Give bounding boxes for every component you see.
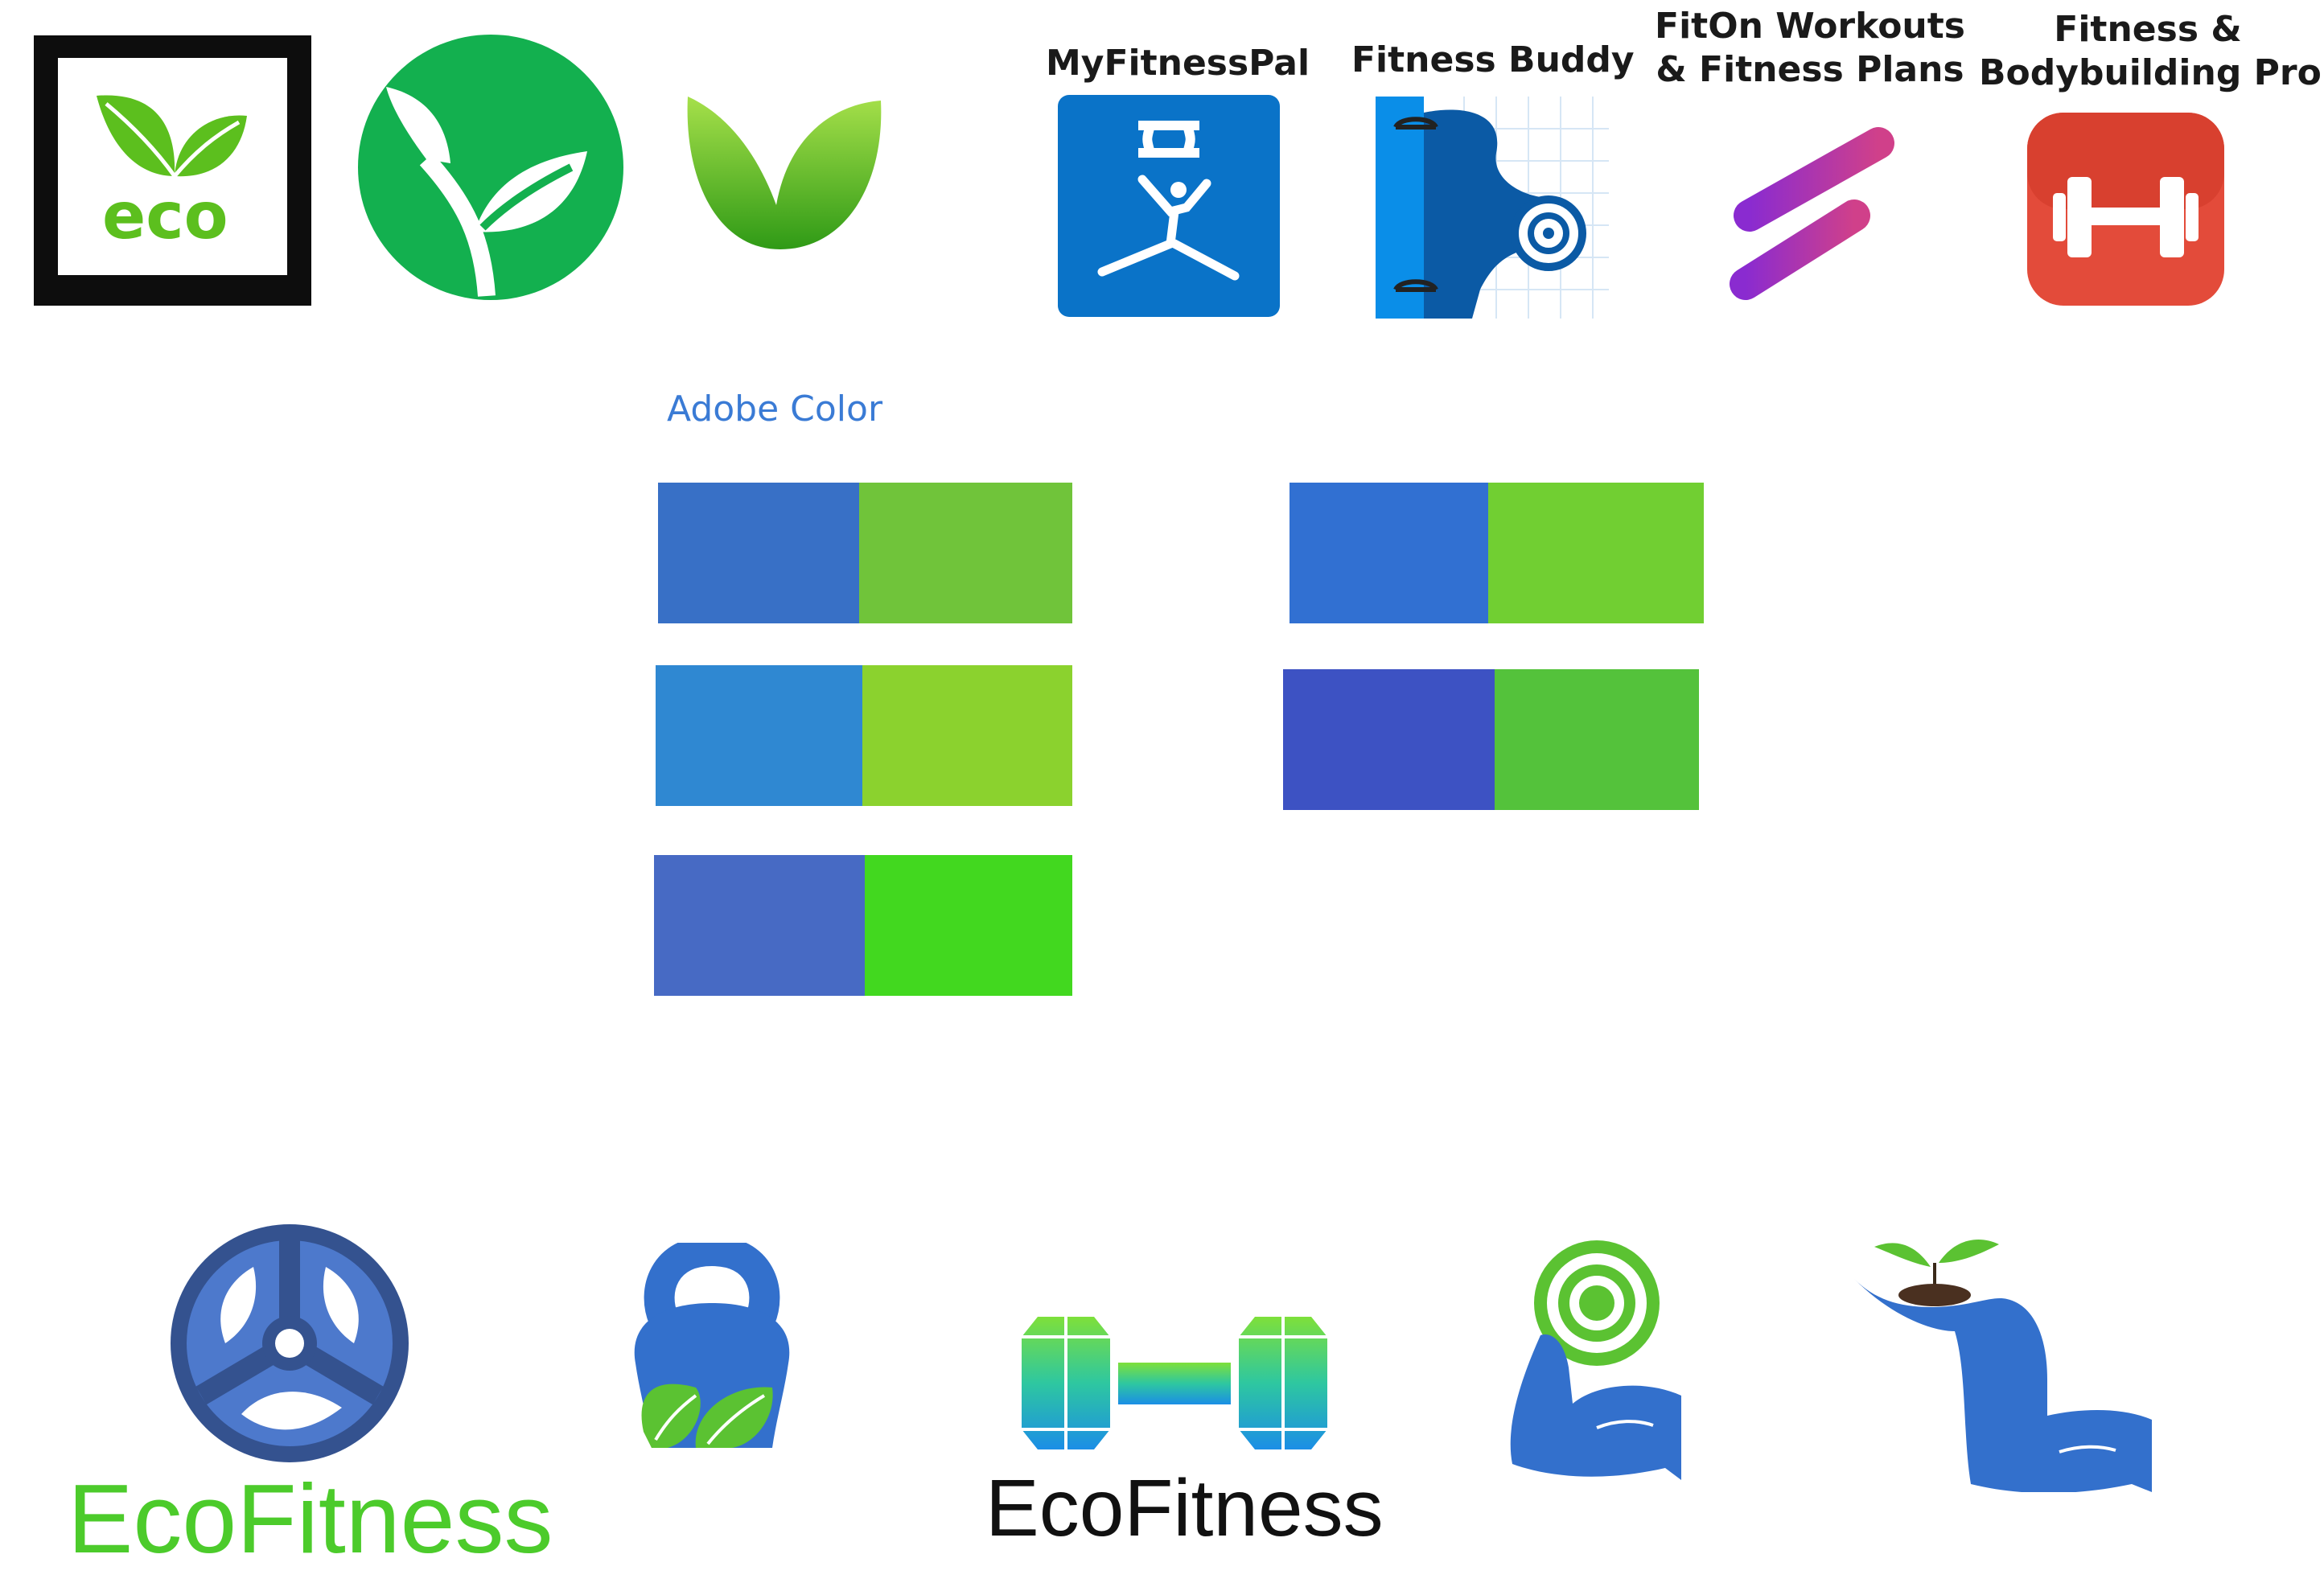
swatch-blue: [1283, 669, 1495, 810]
swatch-blue: [654, 855, 865, 996]
swatch-green: [862, 665, 1072, 806]
flexed-arm-target-icon: [1510, 1240, 1681, 1480]
leaf-icon: [687, 97, 882, 249]
app-label-fitness-bodybuilding-line1: Fitness &: [2054, 9, 2242, 50]
app-label-fiton-line2: & Fitness Plans: [1656, 49, 1964, 90]
palette-swatch: [1290, 483, 1704, 623]
app-label-fiton: FitOn Workouts & Fitness Plans: [1649, 5, 1971, 92]
app-label-myfitnesspal: MyFitnessPal: [1046, 43, 1310, 84]
kettlebell-leaf-icon: [634, 1243, 790, 1448]
palette-swatch: [654, 855, 1072, 996]
swatch-green: [1495, 669, 1699, 810]
myfitnesspal-app-icon: [1058, 95, 1280, 317]
app-label-fiton-line1: FitOn Workouts: [1655, 6, 1965, 47]
sprout-circle-icon: [358, 35, 623, 300]
brand-name-black: EcoFitness: [985, 1463, 1384, 1553]
weight-plate-leaf-icon: [171, 1224, 409, 1462]
palette-swatch: [658, 483, 1072, 623]
swatch-green: [859, 483, 1072, 623]
app-label-fitness-bodybuilding-line2: Bodybuilding Pro: [1979, 52, 2322, 93]
swatch-blue: [658, 483, 859, 623]
fitness-bodybuilding-app-icon: [2027, 113, 2224, 306]
palette-source-label: Adobe Color: [667, 389, 883, 430]
fiton-app-icon: [1721, 127, 1895, 300]
gradient-dumbbell-icon: [1022, 1317, 1327, 1449]
swatch-blue: [656, 665, 862, 806]
palette-swatch: [1283, 669, 1699, 810]
eco-badge-icon: eco: [34, 35, 311, 306]
swatch-green: [1488, 483, 1704, 623]
brand-name-green: EcoFitness: [68, 1464, 553, 1573]
app-label-fitness-bodybuilding: Fitness & Bodybuilding Pro: [1979, 8, 2322, 95]
app-label-fitness-buddy: Fitness Buddy: [1351, 39, 1635, 80]
swatch-green: [865, 855, 1072, 996]
hand-sprout-arm-icon: [1854, 1239, 2152, 1492]
svg-text:eco: eco: [102, 179, 228, 253]
fitness-buddy-app-icon: [1376, 97, 1609, 319]
palette-swatch: [656, 665, 1072, 806]
swatch-blue: [1290, 483, 1488, 623]
